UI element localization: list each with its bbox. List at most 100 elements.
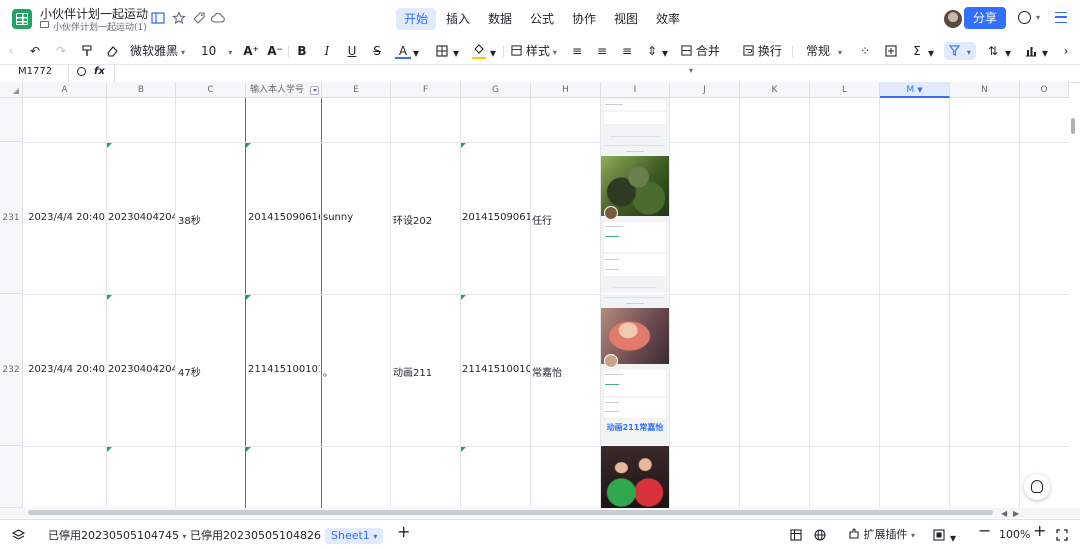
- cloud-sync-icon[interactable]: [211, 11, 225, 25]
- sheets-logo-icon[interactable]: [12, 9, 32, 29]
- sheet-tab-3[interactable]: Sheet1 ▾: [325, 528, 384, 544]
- filter-button[interactable]: ▾: [944, 42, 976, 60]
- cell-g231[interactable]: 201415090616: [462, 212, 530, 223]
- user-avatar[interactable]: [944, 10, 962, 28]
- column-header-b[interactable]: B: [107, 82, 176, 98]
- sum-caret-icon[interactable]: ▾: [928, 44, 934, 62]
- cell-image[interactable]: [601, 98, 669, 142]
- chart-icon[interactable]: [1024, 42, 1038, 60]
- font-grow-button[interactable]: A⁺: [243, 42, 259, 60]
- zoom-level[interactable]: 100%: [999, 528, 1030, 541]
- strikethrough-button[interactable]: S: [370, 42, 384, 60]
- row-header[interactable]: [0, 446, 23, 508]
- conditional-format-icon[interactable]: ⁘: [858, 42, 872, 60]
- horizontal-scrollbar[interactable]: [28, 510, 993, 515]
- cell-b231[interactable]: 202304042040: [108, 212, 175, 223]
- share-button[interactable]: 分享: [964, 7, 1006, 29]
- cell-a231[interactable]: 2023/4/4 20:40: [23, 212, 105, 223]
- italic-button[interactable]: I: [320, 42, 334, 60]
- cell-lookup-icon[interactable]: [77, 67, 86, 76]
- menu-view[interactable]: 视图: [606, 8, 646, 30]
- fill-color-icon[interactable]: [472, 42, 486, 59]
- cell-a232[interactable]: 2023/4/4 20:40: [23, 364, 105, 375]
- column-header-h[interactable]: H: [531, 82, 601, 98]
- sort-icon[interactable]: ⇅: [986, 42, 1000, 60]
- view-mode-icon[interactable]: [933, 527, 945, 545]
- cell-h231[interactable]: 任行: [532, 212, 599, 227]
- star-icon[interactable]: [172, 11, 186, 25]
- column-header-l[interactable]: L: [810, 82, 880, 98]
- wrap-button[interactable]: 换行: [743, 42, 783, 60]
- insert-cells-icon[interactable]: [884, 42, 898, 60]
- align-center-icon[interactable]: ≡: [595, 42, 609, 60]
- font-shrink-button[interactable]: A⁻: [267, 42, 283, 60]
- underline-button[interactable]: U: [345, 42, 359, 60]
- row-header-232[interactable]: 232: [0, 294, 23, 446]
- column-header-o[interactable]: O: [1020, 82, 1069, 98]
- cell-f232[interactable]: 动画211: [393, 364, 459, 379]
- column-header-a[interactable]: A: [23, 82, 107, 98]
- cell-d231[interactable]: 201415090616: [248, 212, 320, 223]
- number-format-select[interactable]: 常规 ▾: [806, 42, 850, 60]
- align-right-icon[interactable]: ≡: [620, 42, 634, 60]
- history-icon[interactable]: [1018, 11, 1031, 24]
- menu-home[interactable]: 开始: [396, 8, 437, 30]
- cell-reference-box[interactable]: M1772: [18, 66, 52, 77]
- column-header-m[interactable]: M ▼: [880, 82, 950, 98]
- more-toolbar-icon[interactable]: ›: [1060, 42, 1072, 60]
- cell-h232[interactable]: 常嘉怡: [532, 364, 599, 379]
- merge-button[interactable]: 合并▾: [681, 42, 731, 75]
- view-mode-caret-icon[interactable]: ▾: [950, 530, 956, 546]
- zoom-out-icon[interactable]: −: [978, 523, 991, 539]
- history-dropdown-icon[interactable]: ▾: [1036, 13, 1040, 22]
- borders-caret-icon[interactable]: ▾: [453, 44, 459, 62]
- menu-formula[interactable]: 公式: [522, 8, 562, 30]
- sum-button[interactable]: Σ: [910, 42, 924, 60]
- vertical-scrollbar[interactable]: [1071, 118, 1075, 134]
- borders-icon[interactable]: [435, 42, 449, 60]
- sheet-tab-2[interactable]: 已停用20230505104826 ▾: [184, 528, 335, 544]
- extensions-button[interactable]: 扩展插件 ▾: [848, 527, 915, 544]
- scroll-left-icon[interactable]: ◀: [1001, 509, 1007, 518]
- menu-data[interactable]: 数据: [480, 8, 520, 30]
- align-left-icon[interactable]: ≡: [570, 42, 584, 60]
- column-header-j[interactable]: J: [670, 82, 740, 98]
- menu-efficiency[interactable]: 效率: [648, 8, 688, 30]
- layout-panel-icon[interactable]: [151, 11, 165, 25]
- cell-d232[interactable]: 211415100101: [248, 364, 320, 375]
- grid-view-icon[interactable]: [790, 527, 802, 545]
- row-header[interactable]: [0, 98, 23, 142]
- doc-location[interactable]: 小伙伴计划一起运动(1): [40, 20, 147, 33]
- cell-e231[interactable]: sunny: [323, 212, 389, 223]
- column-filter-icon[interactable]: [310, 86, 319, 95]
- cell-b232[interactable]: 202304042040: [108, 364, 175, 375]
- font-color-button[interactable]: A: [395, 42, 411, 59]
- formula-input[interactable]: [118, 64, 1068, 82]
- row-header-231[interactable]: 231: [0, 142, 23, 294]
- fx-icon[interactable]: fx: [94, 66, 105, 77]
- format-painter-icon[interactable]: [79, 42, 95, 60]
- column-header-g[interactable]: G: [461, 82, 531, 98]
- assistant-icon[interactable]: [1024, 474, 1050, 500]
- vertical-align-caret-icon[interactable]: ▾: [662, 44, 668, 62]
- cell-c232[interactable]: 47秒: [178, 364, 244, 379]
- spreadsheet-grid[interactable]: A B C 输入本人学号 E F G H I J K L M ▼ N O 231 …: [0, 82, 1069, 508]
- fullscreen-icon[interactable]: [1056, 527, 1068, 545]
- select-all-corner[interactable]: [0, 82, 23, 98]
- column-header-f[interactable]: F: [391, 82, 461, 98]
- cell-f231[interactable]: 环设202: [393, 212, 459, 227]
- font-name-select[interactable]: 微软雅黑 ▾: [130, 42, 190, 60]
- add-sheet-icon[interactable]: +: [397, 524, 410, 540]
- chart-caret-icon[interactable]: ▾: [1042, 44, 1048, 62]
- fill-color-caret-icon[interactable]: ▾: [490, 44, 496, 62]
- font-size-select[interactable]: 10 ▾: [201, 42, 235, 60]
- column-header-n[interactable]: N: [950, 82, 1020, 98]
- cell-image-i231[interactable]: [601, 142, 669, 293]
- scroll-right-icon[interactable]: ▶: [1013, 509, 1019, 518]
- main-menu-icon[interactable]: [1055, 12, 1067, 23]
- style-button[interactable]: 样式 ▾: [511, 42, 559, 60]
- redo-icon[interactable]: ↷: [53, 42, 69, 60]
- undo-icon[interactable]: ↶: [27, 42, 43, 60]
- cell-image-i232[interactable]: 动画211常嘉怡: [601, 294, 669, 445]
- font-color-caret-icon[interactable]: ▾: [413, 44, 419, 62]
